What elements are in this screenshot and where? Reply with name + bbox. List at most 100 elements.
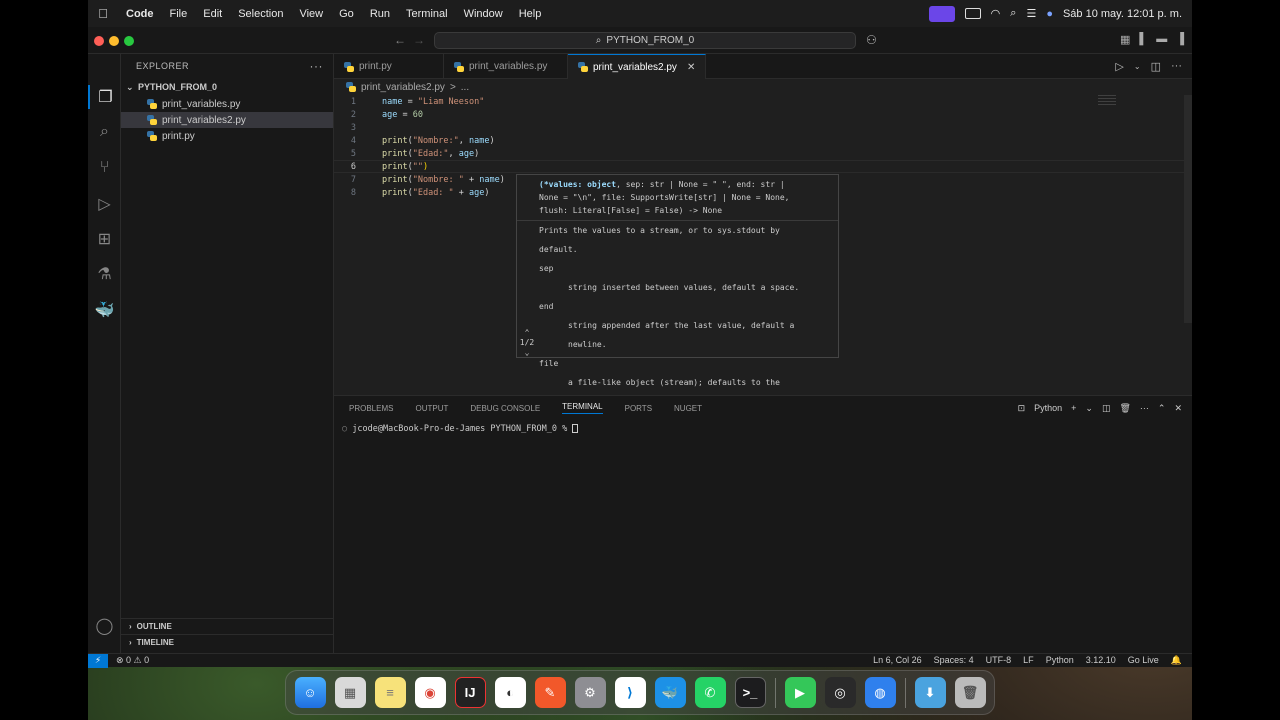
tab-nuget[interactable]: NUGET bbox=[674, 404, 702, 413]
menu-app-name[interactable]: Code bbox=[118, 8, 162, 20]
close-tab-icon[interactable]: ✕ bbox=[687, 62, 695, 73]
workspace-folder[interactable]: ⌄ PYTHON_FROM_0 bbox=[121, 78, 333, 96]
chevron-down-icon[interactable]: ⌄ bbox=[1085, 403, 1093, 414]
system-settings-icon[interactable]: ⚙ bbox=[574, 677, 606, 708]
tab-ports[interactable]: PORTS bbox=[625, 404, 652, 413]
tab-print-variables2[interactable]: print_variables2.py ✕ bbox=[568, 54, 707, 79]
python-interpreter[interactable]: 3.12.10 bbox=[1086, 655, 1116, 666]
minimize-window-icon[interactable] bbox=[109, 36, 119, 46]
customize-layout-icon[interactable]: ▦ bbox=[1120, 33, 1130, 46]
screen-recording-icon[interactable] bbox=[928, 5, 955, 22]
toggle-panel-icon[interactable]: ▬ bbox=[1156, 33, 1167, 46]
chevron-down-icon[interactable]: ⌄ bbox=[518, 348, 536, 358]
remote-indicator-icon[interactable]: ⚡ bbox=[88, 653, 108, 668]
zoom-window-icon[interactable] bbox=[124, 36, 134, 46]
spotlight-icon[interactable]: ⌕ bbox=[1010, 7, 1016, 20]
chrome-icon[interactable]: ◉ bbox=[414, 677, 446, 708]
docker-app-icon[interactable]: 🐳 bbox=[654, 677, 686, 708]
problems-count[interactable]: ⊗ 0 ⚠ 0 bbox=[108, 655, 149, 666]
editor-scrollbar[interactable] bbox=[1184, 95, 1192, 323]
notes-icon[interactable]: ≡ bbox=[374, 677, 406, 708]
chevron-up-icon[interactable]: ⌃ bbox=[518, 328, 536, 338]
outline-section[interactable]: › OUTLINE bbox=[121, 618, 334, 634]
notifications-icon[interactable]: 🔔 bbox=[1171, 655, 1182, 666]
control-center-icon[interactable]: ☰ bbox=[1026, 7, 1036, 20]
menu-window[interactable]: Window bbox=[456, 8, 511, 20]
language-mode[interactable]: Python bbox=[1046, 655, 1074, 666]
terminal-shell-label[interactable]: Python bbox=[1034, 403, 1062, 413]
cursor-position[interactable]: Ln 6, Col 26 bbox=[873, 655, 922, 666]
copilot-icon[interactable]: ⚇ bbox=[866, 33, 877, 47]
search-view-icon[interactable]: ⌕ bbox=[88, 120, 121, 144]
run-python-file-icon[interactable]: ▷ bbox=[1115, 60, 1123, 73]
obs-icon[interactable]: ◎ bbox=[824, 677, 856, 708]
menu-help[interactable]: Help bbox=[511, 8, 550, 20]
postman-icon[interactable]: ✎ bbox=[534, 677, 566, 708]
nav-back-icon[interactable]: ← bbox=[394, 33, 406, 47]
tab-print-variables[interactable]: print_variables.py bbox=[444, 54, 568, 79]
battery-icon[interactable] bbox=[964, 8, 981, 19]
kill-terminal-icon[interactable]: 🗑 bbox=[1119, 403, 1130, 414]
downloads-folder-icon[interactable]: ⬇ bbox=[914, 677, 946, 708]
breadcrumb-file[interactable]: print_variables2.py bbox=[361, 82, 445, 93]
timeline-section[interactable]: › TIMELINE bbox=[121, 634, 334, 650]
tab-debug-console[interactable]: DEBUG CONSOLE bbox=[470, 404, 540, 413]
explorer-more-icon[interactable]: ··· bbox=[310, 59, 334, 73]
menu-selection[interactable]: Selection bbox=[230, 8, 291, 20]
close-window-icon[interactable] bbox=[94, 36, 104, 46]
tab-print[interactable]: print.py bbox=[334, 54, 444, 79]
file-item-print-variables2[interactable]: print_variables2.py bbox=[121, 112, 333, 128]
menu-run[interactable]: Run bbox=[362, 8, 398, 20]
file-item-print-variables[interactable]: print_variables.py bbox=[121, 96, 333, 112]
terminal-app-icon[interactable]: >_ bbox=[734, 677, 766, 708]
siri-icon[interactable]: ● bbox=[1046, 8, 1053, 20]
menu-view[interactable]: View bbox=[291, 8, 331, 20]
minimap[interactable] bbox=[1098, 95, 1116, 105]
facetime-icon[interactable]: ▶ bbox=[784, 677, 816, 708]
chevron-down-icon[interactable]: ⌄ bbox=[1134, 62, 1141, 71]
extensions-icon[interactable]: ⊞ bbox=[88, 227, 121, 251]
menu-edit[interactable]: Edit bbox=[195, 8, 230, 20]
menu-terminal[interactable]: Terminal bbox=[398, 8, 456, 20]
intellij-icon[interactable]: IJ bbox=[454, 677, 486, 708]
tab-terminal[interactable]: TERMINAL bbox=[562, 402, 603, 414]
apple-icon[interactable]:  bbox=[88, 6, 118, 21]
toggle-sidebar-icon[interactable]: ▌ bbox=[1139, 33, 1147, 46]
end-of-line[interactable]: LF bbox=[1023, 655, 1034, 666]
go-live-button[interactable]: Go Live bbox=[1128, 655, 1159, 666]
more-actions-icon[interactable]: ··· bbox=[1171, 60, 1182, 72]
docker-icon[interactable]: 🐳 bbox=[88, 298, 121, 322]
trash-icon[interactable]: 🗑 bbox=[954, 677, 986, 708]
tab-output[interactable]: OUTPUT bbox=[415, 404, 448, 413]
close-panel-icon[interactable]: ✕ bbox=[1174, 403, 1182, 414]
launchpad-icon[interactable]: ▦ bbox=[334, 677, 366, 708]
menu-go[interactable]: Go bbox=[331, 8, 362, 20]
new-terminal-icon[interactable]: + bbox=[1071, 403, 1076, 413]
quicktime-icon[interactable]: ◍ bbox=[864, 677, 896, 708]
breadcrumb-symbol[interactable]: ... bbox=[461, 82, 469, 93]
tab-problems[interactable]: PROBLEMS bbox=[349, 404, 393, 413]
nav-forward-icon[interactable]: → bbox=[413, 33, 425, 47]
command-center-search[interactable]: ⌕ PYTHON_FROM_0 bbox=[434, 32, 856, 49]
testing-icon[interactable]: ⚗ bbox=[88, 262, 121, 286]
run-debug-icon[interactable]: ▷ bbox=[88, 192, 121, 216]
explorer-icon[interactable]: ❐ bbox=[88, 85, 121, 109]
clock[interactable]: Sáb 10 may. 12:01 p. m. bbox=[1063, 8, 1182, 20]
file-encoding[interactable]: UTF-8 bbox=[986, 655, 1012, 666]
wifi-icon[interactable]: ◠ bbox=[991, 7, 1001, 20]
accounts-icon[interactable]: ◯ bbox=[88, 614, 121, 638]
source-control-icon[interactable]: ⑂ bbox=[88, 156, 121, 180]
terminal-output[interactable]: ○ jcode@MacBook-Pro-de-James PYTHON_FROM… bbox=[334, 420, 1192, 438]
split-terminal-icon[interactable]: ◫ bbox=[1102, 403, 1111, 414]
toggle-secondary-sidebar-icon[interactable]: ▐ bbox=[1176, 33, 1184, 46]
menu-file[interactable]: File bbox=[162, 8, 196, 20]
vscode-icon[interactable]: ⟩ bbox=[614, 677, 646, 708]
indentation[interactable]: Spaces: 4 bbox=[934, 655, 974, 666]
more-actions-icon[interactable]: ··· bbox=[1140, 403, 1149, 413]
file-item-print[interactable]: print.py bbox=[121, 128, 333, 144]
code-editor[interactable]: 1 name = "Liam Neeson" 2 age = 60 3 4 pr… bbox=[334, 95, 1192, 406]
maximize-panel-icon[interactable]: ⌃ bbox=[1158, 403, 1166, 414]
whatsapp-icon[interactable]: ✆ bbox=[694, 677, 726, 708]
split-editor-icon[interactable]: ◫ bbox=[1151, 60, 1161, 73]
finder-icon[interactable]: ☺ bbox=[294, 677, 326, 708]
